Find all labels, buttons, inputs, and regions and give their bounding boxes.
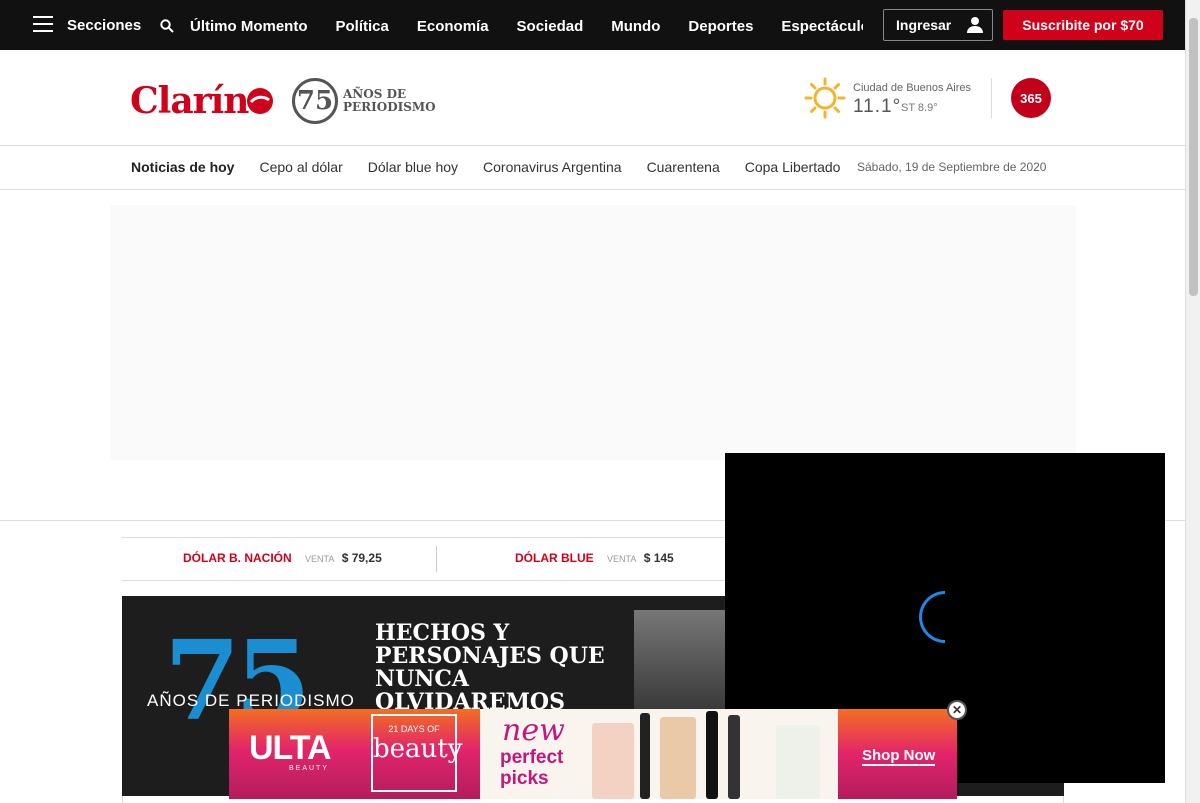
ad-new: new [502,713,565,748]
dollar-label: VENTA [305,554,335,564]
trending-item-copa[interactable]: Copa Libertado [745,159,841,175]
weather-city: Ciudad de Buenos Aires [853,82,972,94]
anniversary-badge: 75 AÑOS DE PERIODISMO [292,78,436,124]
trending-item-coronavirus[interactable]: Coronavirus Argentina [483,159,622,175]
dollar-price: $ 79,25 [341,551,382,565]
dollar-price: $ 145 [643,551,674,565]
ticker-divider [436,546,437,572]
ulta-logo-sub: BEAUTY [289,765,330,772]
dollar-nacion[interactable]: DÓLAR B. NACIÓN VENTA $ 79,25 [183,551,382,565]
ad-perfect-picks: perfect picks [500,747,564,789]
main-nav: Último Momento Política Economía Socieda… [190,18,863,38]
nav-deportes[interactable]: Deportes [688,18,753,38]
nav-mundo[interactable]: Mundo [611,18,660,38]
product-image [640,713,650,799]
current-date: Sábado, 19 de Septiembre de 2020 [857,160,1047,174]
nav-ultimo-momento[interactable]: Último Momento [190,18,308,38]
loading-spinner-icon [908,580,982,654]
trending-item-noticias[interactable]: Noticias de hoy [131,159,234,175]
dollar-label: VENTA [607,554,637,564]
clarin-logo[interactable]: Clarín [130,80,249,122]
shop-now-button[interactable]: Shop Now [862,747,936,766]
ulta-logo: ULTA [249,729,332,767]
login-button[interactable]: Ingresar [883,9,993,41]
top-bar: Secciones Último Momento Política Econom… [0,0,1185,50]
trending-item-dolar-blue[interactable]: Dólar blue hoy [368,159,458,175]
login-label: Ingresar [896,17,952,33]
ulta-ad[interactable]: ULTA BEAUTY 21 DAYS OF beauty new perfec… [229,709,957,799]
product-image [728,715,740,799]
header-divider [991,78,992,118]
search-icon[interactable] [160,19,174,33]
product-image [592,723,634,799]
nav-politica[interactable]: Política [336,18,389,38]
product-image [660,717,696,799]
banner-photo [634,610,726,720]
anniversary-line2: PERIODISMO [343,100,436,114]
nav-espectaculos[interactable]: Espectáculos [781,18,863,38]
anniversary-seal: 75 [292,78,338,124]
dollar-name: DÓLAR BLUE [515,551,594,565]
menu-icon[interactable] [33,16,53,32]
nav-economia[interactable]: Economía [417,18,489,38]
clarin-365-badge[interactable]: 365 [1011,78,1051,118]
dollar-name: DÓLAR B. NACIÓN [183,551,292,565]
sun-icon [804,77,846,119]
weather-temp: 11.1° [853,96,902,117]
subscribe-button[interactable]: Suscribite por $70 [1003,10,1163,40]
ad-placeholder [110,205,1076,460]
page-scrollbar[interactable] [1185,0,1200,803]
weather-feels-like: ST 8.9° [901,102,938,114]
banner-title: HECHOS Y PERSONAJES QUE NUNCA OLVIDAREMO… [375,620,605,715]
nav-sociedad[interactable]: Sociedad [517,18,584,38]
trending-item-cepo[interactable]: Cepo al dólar [259,159,342,175]
beauty-word: beauty [373,734,463,764]
banner-subtitle: AÑOS DE PERIODISMO [147,691,355,710]
product-image [776,725,820,799]
content-frame [122,796,1064,803]
close-ad-icon[interactable]: ✕ [947,700,967,720]
logo-swoosh-icon [247,88,273,114]
sections-label[interactable]: Secciones [67,17,141,34]
beauty-event-box: 21 DAYS OF beauty [371,714,463,792]
user-icon [967,17,983,33]
scrollbar-thumb[interactable] [1189,18,1198,296]
dollar-blue[interactable]: DÓLAR BLUE VENTA $ 145 [515,551,674,565]
product-image [706,711,718,799]
beauty-days: 21 DAYS OF [388,724,440,734]
trending-item-cuarentena[interactable]: Cuarentena [647,159,720,175]
